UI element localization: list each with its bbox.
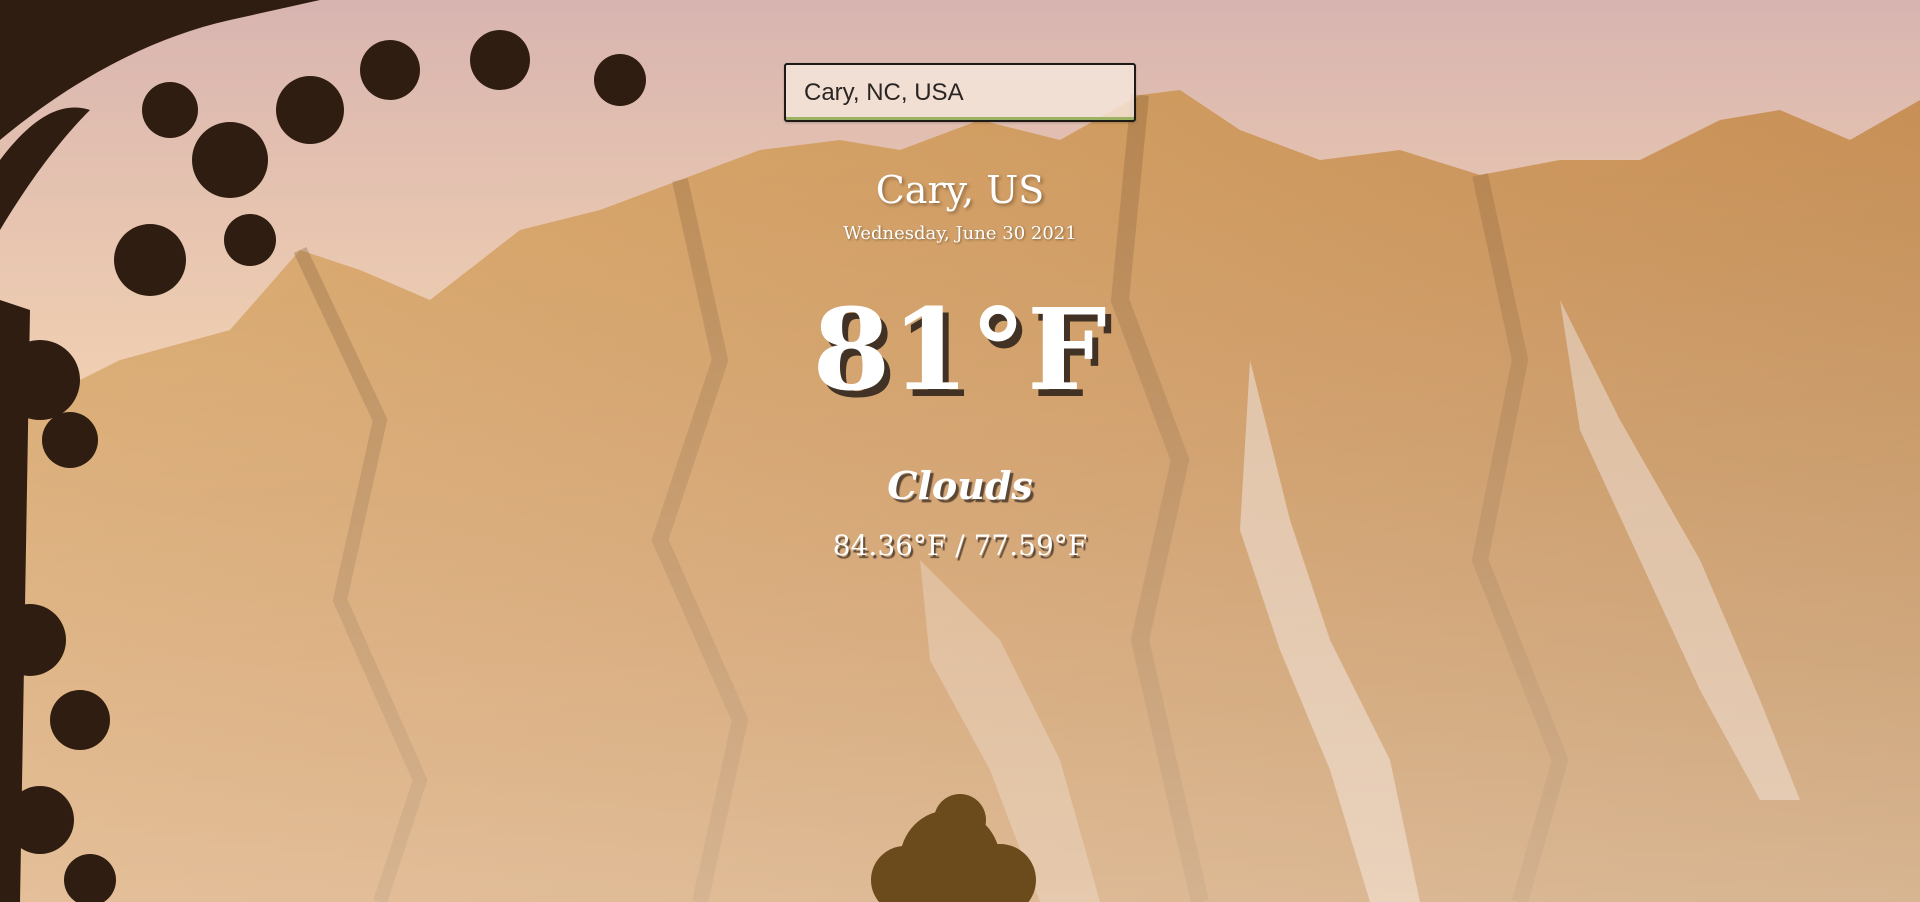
search-input[interactable] bbox=[786, 65, 1134, 120]
temperature-value: 81°F bbox=[812, 285, 1108, 416]
location-label: Cary, US bbox=[875, 168, 1045, 212]
search-box[interactable] bbox=[784, 63, 1136, 122]
background-image bbox=[0, 0, 1920, 902]
date-label: Wednesday, June 30 2021 bbox=[843, 223, 1077, 244]
condition-label: Clouds bbox=[887, 463, 1033, 508]
hi-lo-temperature: 84.36°F / 77.59°F bbox=[832, 529, 1088, 562]
